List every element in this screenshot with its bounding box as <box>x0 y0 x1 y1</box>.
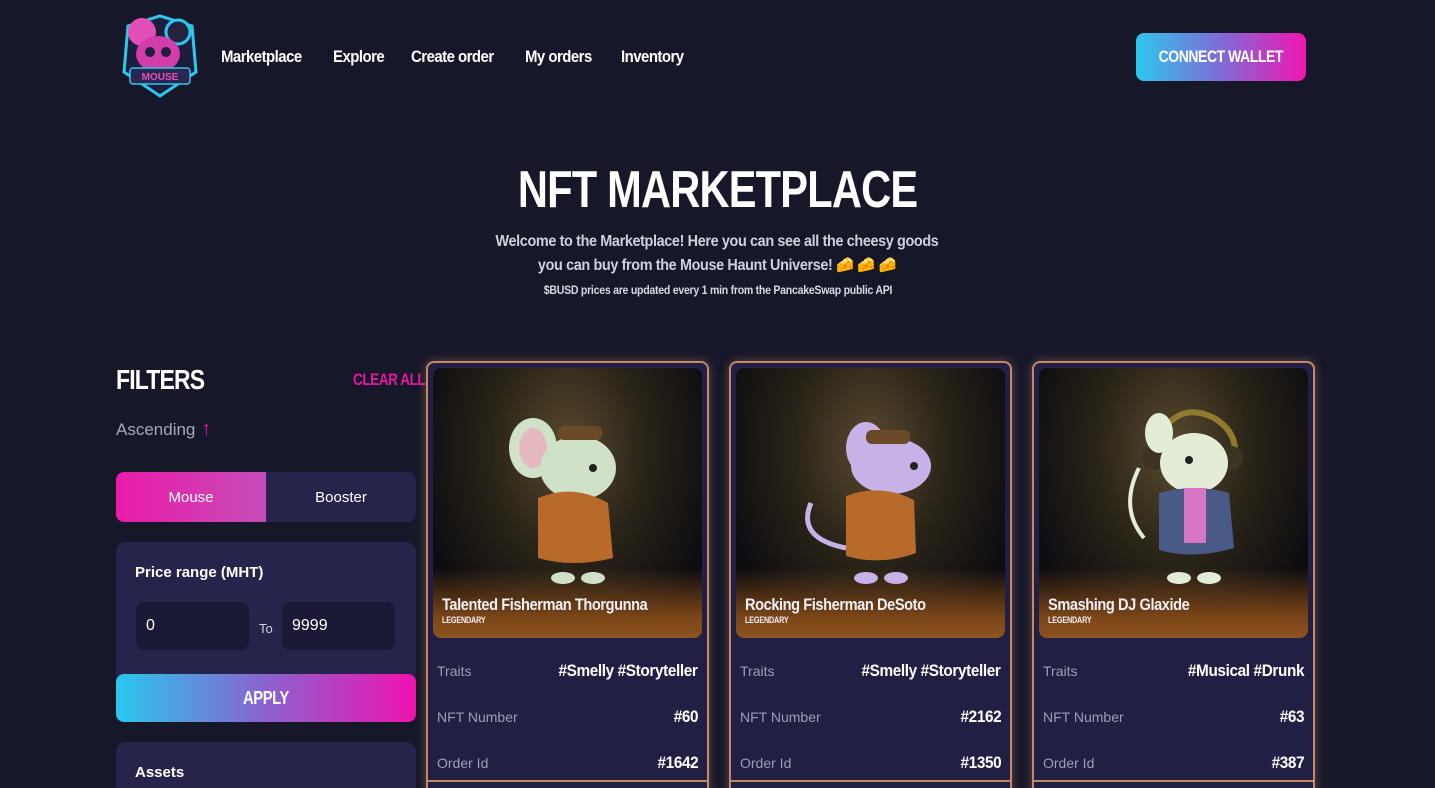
traits-value-text: #Musical #Drunk <box>1187 661 1305 680</box>
assets-panel: Assets <box>116 742 416 788</box>
nft-number-label: NFT Number <box>437 709 518 725</box>
nft-number-value-text: #60 <box>673 707 699 726</box>
nft-card[interactable]: Rocking Fisherman DeSoto LEGENDARY Trait… <box>729 361 1012 788</box>
traits-value: #Musical #Drunk <box>1175 661 1305 681</box>
traits-value: #Smelly #Storyteller <box>543 661 698 681</box>
filters-heading-text: FILTERS <box>116 364 205 395</box>
page-title-text: NFT MARKETPLACE <box>517 161 918 219</box>
price-max-input[interactable] <box>282 602 395 650</box>
order-id-label: Order Id <box>740 755 792 771</box>
mouse-illustration <box>805 422 931 584</box>
page-subtitle: Welcome to the Marketplace! Here you can… <box>467 230 967 278</box>
apply-label: APPLY <box>243 687 289 708</box>
nav-marketplace[interactable]: Marketplace <box>221 47 302 67</box>
card-divider <box>428 780 707 782</box>
nft-number-row: NFT Number #60 <box>437 705 698 729</box>
nft-rarity: LEGENDARY <box>745 615 799 625</box>
order-id-row: Order Id #1350 <box>740 751 1001 775</box>
arrow-up-icon: ↑ <box>201 418 212 440</box>
nft-rarity: LEGENDARY <box>442 615 496 625</box>
nft-number-value: #63 <box>1277 707 1305 727</box>
apply-button[interactable]: APPLY <box>116 674 416 722</box>
traits-value-text: #Smelly #Storyteller <box>861 661 1001 680</box>
nft-rarity: LEGENDARY <box>1048 615 1102 625</box>
nft-number-label: NFT Number <box>740 709 821 725</box>
price-to-label: To <box>259 621 273 636</box>
nft-image: Talented Fisherman Thorgunna LEGENDARY <box>433 368 702 638</box>
asset-type-toggle: Mouse Booster <box>116 472 416 522</box>
site-header: MOUSE Marketplace Explore Create order M… <box>0 0 1435 120</box>
mouse-illustration <box>1128 409 1243 584</box>
nav-my-orders[interactable]: My orders <box>525 47 592 67</box>
nft-rarity-text: LEGENDARY <box>442 615 486 625</box>
traits-row: Traits #Musical #Drunk <box>1043 659 1304 683</box>
nft-number-row: NFT Number #63 <box>1043 705 1304 729</box>
nft-card[interactable]: Talented Fisherman Thorgunna LEGENDARY T… <box>426 361 709 788</box>
filters-heading: FILTERS <box>116 364 224 396</box>
nft-rarity-text: LEGENDARY <box>745 615 789 625</box>
nft-name-text: Talented Fisherman Thorgunna <box>442 595 648 614</box>
traits-row: Traits #Smelly #Storyteller <box>740 659 1001 683</box>
nft-name-text: Rocking Fisherman DeSoto <box>745 595 926 614</box>
order-id-value-text: #1642 <box>657 753 698 772</box>
card-divider <box>731 780 1010 782</box>
order-id-row: Order Id #1642 <box>437 751 698 775</box>
nav-explore[interactable]: Explore <box>333 47 385 67</box>
nft-number-value: #2162 <box>956 707 1001 727</box>
nft-number-row: NFT Number #2162 <box>740 705 1001 729</box>
nft-name-text: Smashing DJ Glaxide <box>1048 595 1190 614</box>
nft-number-value-text: #2162 <box>960 707 1001 726</box>
svg-text:MOUSE: MOUSE <box>142 72 179 83</box>
traits-value: #Smelly #Storyteller <box>846 661 1001 681</box>
traits-row: Traits #Smelly #Storyteller <box>437 659 698 683</box>
traits-value-text: #Smelly #Storyteller <box>558 661 698 680</box>
order-id-row: Order Id #387 <box>1043 751 1304 775</box>
order-id-value-text: #387 <box>1271 753 1304 772</box>
toggle-mouse[interactable]: Mouse <box>116 472 266 522</box>
nft-number-value: #60 <box>671 707 699 727</box>
order-id-value-text: #1350 <box>960 753 1001 772</box>
traits-label: Traits <box>740 663 775 679</box>
order-id-value: #1350 <box>956 753 1001 773</box>
connect-wallet-label: CONNECT WALLET <box>1158 47 1284 66</box>
sort-toggle[interactable]: Ascending ↑ <box>116 418 211 441</box>
assets-label: Assets <box>135 764 185 781</box>
order-id-value: #1642 <box>653 753 698 773</box>
mouse-illustration <box>509 418 616 584</box>
mouse-haunt-logo[interactable]: MOUSE <box>120 12 200 98</box>
nft-name: Talented Fisherman Thorgunna <box>442 595 681 615</box>
price-update-note: $BUSD prices are updated every 1 min fro… <box>0 283 1435 297</box>
nft-image: Smashing DJ Glaxide LEGENDARY <box>1039 368 1308 638</box>
nft-number-value-text: #63 <box>1279 707 1305 726</box>
main-nav: Marketplace Explore Create order My orde… <box>221 47 712 67</box>
nft-number-label: NFT Number <box>1043 709 1124 725</box>
nft-name: Rocking Fisherman DeSoto <box>745 595 955 615</box>
order-id-label: Order Id <box>437 755 489 771</box>
card-divider <box>1034 780 1313 782</box>
clear-all-label: CLEAR ALL <box>353 370 426 389</box>
price-update-note-text: $BUSD prices are updated every 1 min fro… <box>543 283 892 297</box>
order-id-label: Order Id <box>1043 755 1095 771</box>
page-title: NFT MARKETPLACE <box>0 160 1435 220</box>
price-range-label: Price range (MHT) <box>135 564 264 581</box>
page-subtitle-text: Welcome to the Marketplace! Here you can… <box>495 233 939 274</box>
nft-card[interactable]: Smashing DJ Glaxide LEGENDARY Traits #Mu… <box>1032 361 1315 788</box>
nft-image: Rocking Fisherman DeSoto LEGENDARY <box>736 368 1005 638</box>
toggle-booster[interactable]: Booster <box>266 472 416 522</box>
nav-inventory[interactable]: Inventory <box>621 47 684 67</box>
sort-label: Ascending <box>116 419 196 439</box>
price-min-input[interactable] <box>136 602 249 650</box>
order-id-value: #387 <box>1268 753 1304 773</box>
nav-create-order[interactable]: Create order <box>411 47 494 67</box>
traits-label: Traits <box>437 663 472 679</box>
traits-label: Traits <box>1043 663 1078 679</box>
nft-name: Smashing DJ Glaxide <box>1048 595 1212 615</box>
connect-wallet-button[interactable]: CONNECT WALLET <box>1136 33 1306 81</box>
nft-rarity-text: LEGENDARY <box>1048 615 1092 625</box>
